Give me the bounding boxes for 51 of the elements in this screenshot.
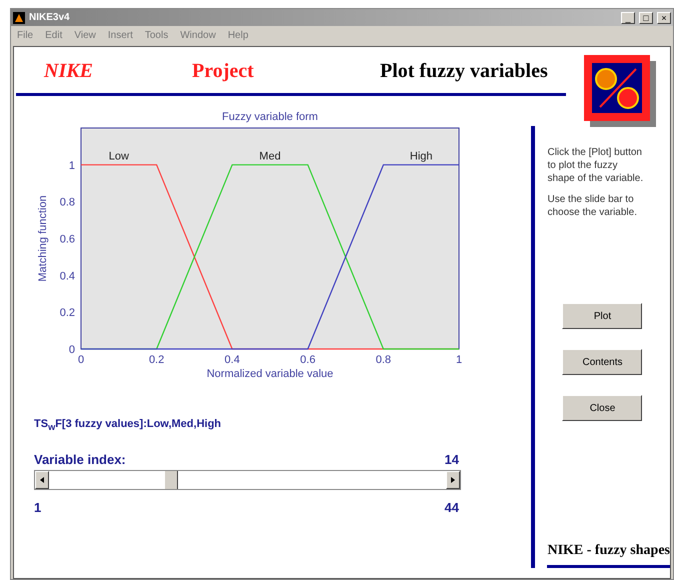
action-button[interactable]: Contents <box>562 349 642 375</box>
slider-value: 14 <box>444 452 459 468</box>
slider-min: 1 <box>34 500 42 516</box>
menu-item[interactable]: View <box>74 30 96 40</box>
close-button[interactable]: × <box>657 12 671 24</box>
slider-label: Variable index: <box>34 452 126 468</box>
menu-item[interactable]: Insert <box>108 30 133 40</box>
menu-item[interactable]: Edit <box>45 30 62 40</box>
maximize-button[interactable]: □ <box>639 12 653 24</box>
y-tick-label: 0.8 <box>60 196 75 209</box>
left-triangle-icon <box>40 477 44 484</box>
right-arrow-button[interactable] <box>446 471 460 490</box>
help-text: Click the [Plot] button to plot the fuzzy shape of the variable. <box>547 146 644 185</box>
y-tick-label: 0.4 <box>60 270 75 282</box>
action-button[interactable]: Close <box>562 395 642 421</box>
help-text: Use the slide bar to choose the variable. <box>547 193 638 219</box>
window-title: NIKE3v4 <box>29 12 71 23</box>
variable-slider[interactable] <box>34 470 461 490</box>
x-axis-label: Normalized variable value <box>206 368 334 380</box>
footer-title: NIKE - fuzzy shapes <box>547 543 670 560</box>
action-button[interactable]: Plot <box>562 303 642 329</box>
x-tick-label: 0.6 <box>300 354 316 366</box>
app-logo-icon <box>13 12 25 24</box>
curve-label: Med <box>259 150 281 162</box>
y-tick-label: 1 <box>68 160 75 172</box>
y-axis-label: Matching function <box>37 195 49 282</box>
y-tick-label: 0 <box>68 344 75 356</box>
curve-label: Low <box>108 150 129 162</box>
left-arrow-button[interactable] <box>35 471 49 490</box>
x-tick-label: 0 <box>78 354 84 366</box>
page-title: Plot fuzzy variables <box>380 60 548 84</box>
chart-title: Fuzzy variable form <box>222 111 318 123</box>
x-tick-label: 0.4 <box>224 354 240 366</box>
x-tick-label: 0.2 <box>148 354 164 366</box>
slider-thumb[interactable] <box>164 471 178 490</box>
percent-logo-icon <box>584 55 656 127</box>
minimize-button[interactable]: _ <box>621 12 635 24</box>
right-triangle-icon <box>451 477 455 484</box>
menu-item[interactable]: Window <box>180 30 216 40</box>
curve-label: High <box>410 150 433 162</box>
menu-item[interactable]: File <box>17 30 34 40</box>
y-tick-label: 0.6 <box>60 234 75 246</box>
project-label: Project <box>192 60 255 84</box>
menu-item[interactable]: Help <box>228 30 248 40</box>
variable-info: TS$_{w}$F[3 fuzzy values]:Low,Med,High <box>34 418 222 432</box>
x-tick-label: 1 <box>456 354 462 366</box>
slider-max: 44 <box>444 500 459 516</box>
brand-label: NIKE <box>44 60 94 84</box>
menu-item[interactable]: Tools <box>144 30 168 40</box>
x-tick-label: 0.8 <box>376 354 392 366</box>
y-tick-label: 0.2 <box>60 307 75 320</box>
